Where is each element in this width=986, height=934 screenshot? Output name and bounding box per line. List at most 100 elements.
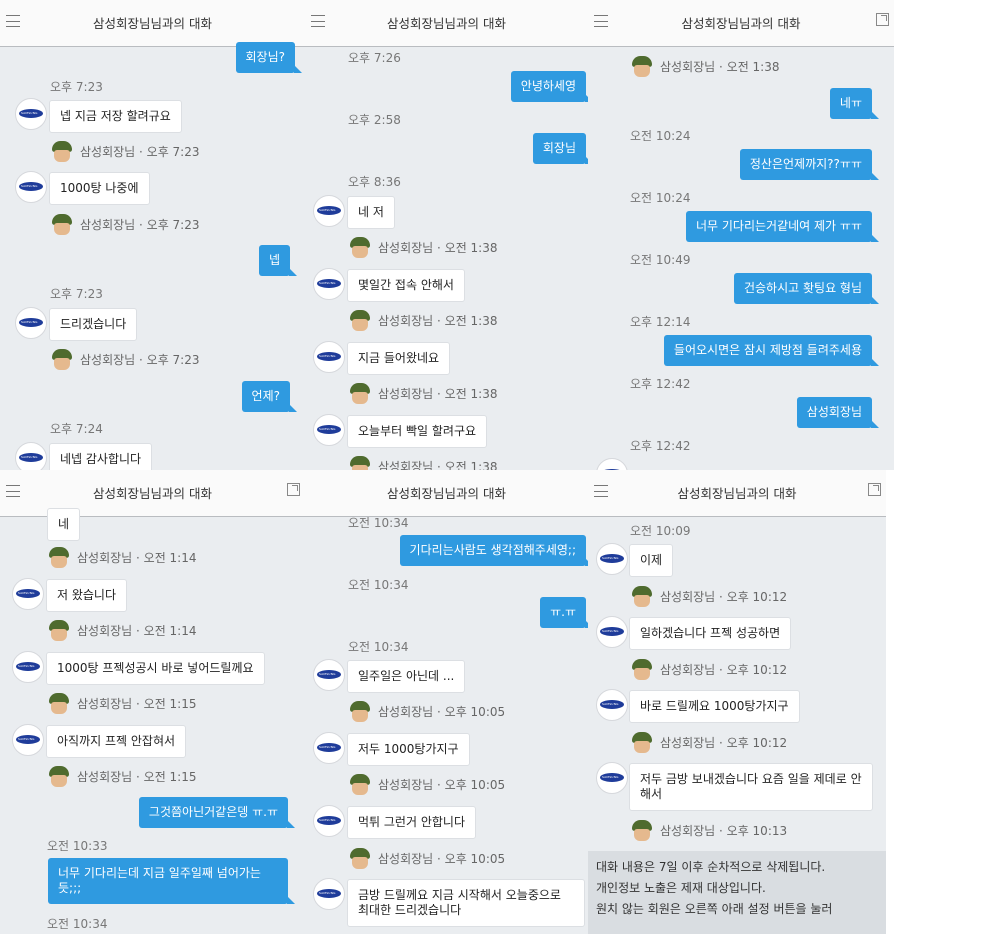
soldier-avatar-icon (50, 349, 74, 371)
samsung-avatar-icon[interactable] (596, 762, 628, 794)
my-message: 네ㅠ (829, 88, 880, 119)
their-message: 넵 지금 저장 할려규요 (49, 100, 182, 133)
soldier-avatar-icon (47, 620, 71, 642)
samsung-avatar-icon[interactable] (15, 98, 47, 130)
soldier-avatar-icon (47, 693, 71, 715)
expand-icon[interactable] (868, 483, 881, 496)
their-message: 저두 금방 보내겠습니다 요즘 일을 제데로 안해서 (629, 763, 873, 811)
soldier-avatar-icon (348, 774, 372, 796)
soldier-avatar-icon (47, 547, 71, 569)
soldier-avatar-icon (348, 456, 372, 470)
soldier-avatar-icon (47, 766, 71, 788)
chat-title: 삼성회장님님과의 대화 (677, 486, 797, 501)
my-message: 너무 기다리는거같네여 제가 ㅠㅠ (685, 211, 880, 242)
expand-icon[interactable] (287, 483, 300, 496)
their-message: 네 (47, 508, 81, 541)
sender-name: 삼성회장님 (660, 60, 716, 74)
samsung-avatar-icon[interactable] (313, 268, 345, 300)
their-message: 드리겠습니다 (49, 308, 138, 341)
soldier-avatar-icon (630, 586, 654, 608)
chat-header: 삼성회장님님과의 대화 (588, 0, 894, 47)
timestamp: 오전 10:24 (630, 129, 691, 143)
timestamp: 오전 10:34 (348, 640, 409, 654)
their-message: 바로 드릴께요 1000탕가지구 (629, 690, 800, 723)
sender-time: 오후 10:12 (726, 736, 788, 750)
sender-time: 오전 1:14 (143, 624, 197, 638)
samsung-avatar-icon[interactable] (313, 659, 345, 691)
samsung-avatar-icon[interactable] (313, 195, 345, 227)
samsung-avatar-icon[interactable] (15, 442, 47, 470)
soldier-avatar-icon (348, 848, 372, 870)
timestamp: 오전 10:34 (348, 578, 409, 592)
samsung-avatar-icon[interactable] (313, 878, 345, 910)
timestamp: 오후 8:36 (348, 175, 401, 189)
samsung-avatar-icon[interactable] (12, 578, 44, 610)
sender-name: 삼성회장님 (77, 551, 133, 565)
chat-header: 삼성회장님님과의 대화 (305, 0, 588, 47)
chat-title: 삼성회장님님과의 대화 (93, 16, 212, 31)
samsung-avatar-icon[interactable] (313, 732, 345, 764)
timestamp: 오후 12:42 (630, 439, 691, 453)
sender-time: 오전 1:38 (726, 60, 780, 74)
sender-time: 오후 7:23 (146, 145, 200, 159)
my-message: 건승하시고 홧팅요 형님 (733, 273, 880, 304)
my-message: 삼성회장님 (796, 397, 880, 428)
their-message: 지금 들어왔네요 (347, 342, 451, 375)
my-message: 언제? (241, 381, 298, 412)
samsung-avatar-icon[interactable] (313, 341, 345, 373)
their-message: 일하겠습니다 프젝 성공하면 (629, 617, 792, 650)
sender-time: 오전 1:38 (444, 460, 498, 470)
their-message: 저두 1000탕가지구 (347, 733, 470, 766)
chat-title: 삼성회장님님과의 대화 (681, 16, 801, 31)
samsung-avatar-icon[interactable] (12, 724, 44, 756)
sender-name: 삼성회장님 (77, 697, 133, 711)
samsung-avatar-icon[interactable] (12, 651, 44, 683)
sender-name: 삼성회장님 (378, 314, 434, 328)
soldier-avatar-icon (348, 701, 372, 723)
samsung-avatar-icon[interactable] (596, 458, 628, 470)
sender-name: 삼성회장님 (378, 852, 434, 866)
soldier-avatar-icon (630, 732, 654, 754)
my-message: 너무 기다리는데 지금 일주일째 넘어가는듯;;; (48, 858, 295, 904)
sender-time: 오전 1:38 (444, 387, 498, 401)
samsung-avatar-icon[interactable] (15, 171, 47, 203)
sender-name: 삼성회장님 (378, 705, 434, 719)
sender-name: 삼성회장님 (378, 241, 434, 255)
chat-title: 삼성회장님님과의 대화 (93, 486, 212, 501)
my-message: 그것쯤아닌거같은뎅 ㅠ.ㅠ (138, 797, 296, 828)
sender-time: 오후 10:13 (726, 824, 788, 838)
chat-header: 삼성회장님님과의 대화 (0, 0, 305, 47)
my-message: 회장님 (532, 133, 588, 164)
notice-line: 대화 내용은 7일 이후 순차적으로 삭제됩니다. (596, 860, 826, 874)
timestamp: 오전 10:24 (630, 191, 691, 205)
sender-time: 오후 7:23 (146, 218, 200, 232)
system-notice: 대화 내용은 7일 이후 순차적으로 삭제됩니다. 개인정보 노출은 제재 대상… (588, 851, 886, 934)
timestamp: 오후 12:42 (630, 377, 691, 391)
samsung-avatar-icon[interactable] (313, 414, 345, 446)
sender-time: 오전 1:38 (444, 241, 498, 255)
sender-name: 삼성회장님 (378, 387, 434, 401)
their-message: 오늘부터 빡일 할려구요 (347, 415, 488, 448)
sender-time: 오전 1:15 (143, 770, 197, 784)
chat-title: 삼성회장님님과의 대화 (387, 486, 506, 501)
samsung-avatar-icon[interactable] (313, 805, 345, 837)
samsung-avatar-icon[interactable] (596, 689, 628, 721)
my-message: 회장님? (235, 42, 302, 73)
their-message: 네넵 감사합니다 (49, 443, 153, 470)
chat-panel-1: 삼성회장님님과의 대화 회장님? 오후 7:23 넵 지금 저장 할려규요 삼성… (0, 0, 305, 470)
samsung-avatar-icon[interactable] (15, 307, 47, 339)
my-message: ㅠ.ㅠ (540, 597, 588, 628)
samsung-avatar-icon[interactable] (596, 616, 628, 648)
chat-panel-2: 삼성회장님님과의 대화 오후 7:26 안녕하세영 오후 2:58 회장님 오후… (305, 0, 588, 470)
their-message: 저 왔습니다 (46, 579, 128, 612)
my-message: 넵 (258, 245, 298, 276)
sender-time: 오후 10:12 (726, 590, 788, 604)
their-message: 1000탕 프젝성공시 바로 넣어드릴께요 (46, 652, 265, 685)
expand-icon[interactable] (876, 13, 889, 26)
their-message: 아직까지 프젝 안잡혀서 (46, 725, 187, 758)
my-message: 들어오시면은 잠시 제방점 들려주세용 (663, 335, 880, 366)
chat-panel-3: 삼성회장님님과의 대화 삼성회장님 · 오전 1:38 네ㅠ 오전 10:24 … (588, 0, 894, 470)
their-message: 네 저 (347, 196, 395, 229)
timestamp: 오후 12:14 (630, 315, 691, 329)
samsung-avatar-icon[interactable] (596, 543, 628, 575)
